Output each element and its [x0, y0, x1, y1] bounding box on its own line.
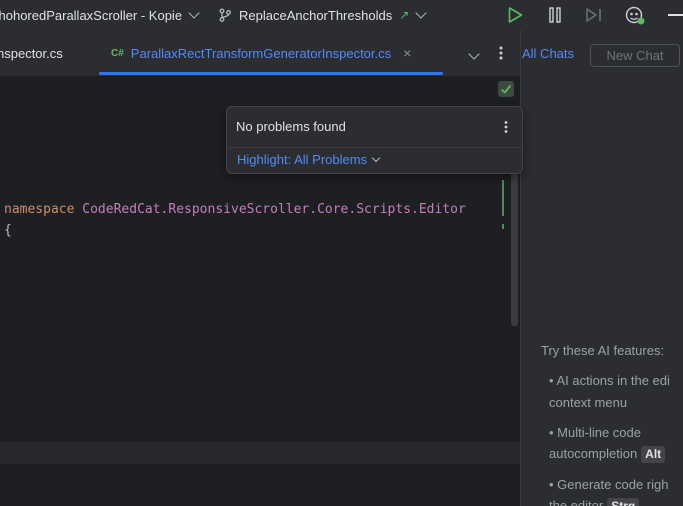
- tabs-dropdown-button[interactable]: [468, 46, 482, 60]
- new-chat-button[interactable]: New Chat: [590, 44, 680, 67]
- close-icon[interactable]: ×: [403, 45, 411, 61]
- popup-divider: [227, 147, 522, 148]
- title-bar: chohoredParallaxScroller - Kopie Replace…: [0, 0, 683, 30]
- minimize-icon[interactable]: [668, 14, 683, 16]
- branch-name: ReplaceAnchorThresholds: [239, 7, 393, 23]
- highlight-level-dropdown[interactable]: Highlight: All Problems: [237, 152, 381, 167]
- tab-parallax-rect-generator-inspector[interactable]: C# ParallaxRectTransformGeneratorInspect…: [111, 30, 411, 76]
- tab-label: ParallaxRectTransformGeneratorInspector.…: [130, 45, 392, 61]
- problems-popup: No problems found Highlight: All Problem…: [226, 106, 523, 174]
- git-branch-icon: [218, 8, 232, 22]
- chevron-down-icon: [371, 153, 381, 163]
- code-line-brace: {: [4, 223, 12, 238]
- run-icon[interactable]: [506, 6, 524, 24]
- ai-feature-multiline: • Multi-line code: [549, 425, 641, 440]
- new-chat-label: New Chat: [606, 48, 664, 63]
- code-namespace-name: CodeRedCat.ResponsiveScroller.Core.Scrip…: [82, 202, 466, 217]
- editor-tab-bar: nspector.cs C# ParallaxRectTransformGene…: [0, 30, 520, 77]
- chevron-down-icon: [415, 7, 427, 19]
- step-icon[interactable]: [585, 6, 603, 24]
- ai-feature-generate-cont: the editor Strg: [549, 498, 640, 506]
- inspection-ok-icon[interactable]: [498, 81, 514, 97]
- project-selector[interactable]: chohoredParallaxScroller - Kopie: [0, 0, 200, 30]
- csharp-file-icon: C#: [111, 47, 124, 59]
- change-marker: [502, 224, 504, 229]
- code-line-namespace: namespace CodeRedCat.ResponsiveScroller.…: [4, 202, 466, 217]
- tab-all-chats[interactable]: All Chats: [522, 46, 574, 61]
- chevron-down-icon: [468, 48, 480, 60]
- ai-feature-actions: • AI actions in the edi: [549, 373, 670, 388]
- pause-icon[interactable]: [546, 6, 564, 24]
- chevron-down-icon: [188, 7, 200, 19]
- shortcut-key: Alt: [641, 446, 666, 463]
- ai-feature-text: the editor: [549, 498, 604, 506]
- project-name: chohoredParallaxScroller - Kopie: [0, 7, 183, 23]
- ai-feature-actions-cont: context menu: [549, 395, 628, 410]
- ai-feature-generate: • Generate code righ: [549, 477, 669, 492]
- incoming-arrow-icon: ↗: [399, 8, 410, 22]
- editor-scrollbar[interactable]: [511, 172, 518, 326]
- more-options-icon[interactable]: [504, 120, 508, 134]
- highlight-level-label: Highlight: All Problems: [237, 152, 368, 167]
- ai-feature-multiline-cont: autocompletion Alt: [549, 446, 666, 463]
- more-options-icon[interactable]: [499, 45, 503, 61]
- ai-features-intro: Try these AI features:: [541, 343, 665, 358]
- change-marker: [502, 180, 504, 216]
- active-tab-indicator: [99, 72, 443, 75]
- shortcut-key: Strg: [607, 498, 640, 506]
- current-line-highlight: [0, 442, 520, 464]
- tab-label: nspector.cs: [0, 45, 63, 61]
- branch-selector[interactable]: ReplaceAnchorThresholds ↗: [218, 0, 427, 30]
- ai-feature-text: autocompletion: [549, 446, 638, 461]
- code-keyword: namespace: [4, 202, 75, 217]
- tab-inspector[interactable]: nspector.cs: [0, 30, 63, 76]
- ai-assistant-icon[interactable]: [624, 4, 646, 26]
- no-problems-message: No problems found: [236, 119, 346, 134]
- ai-assistant-panel: All Chats New Chat Try these AI features…: [521, 30, 683, 506]
